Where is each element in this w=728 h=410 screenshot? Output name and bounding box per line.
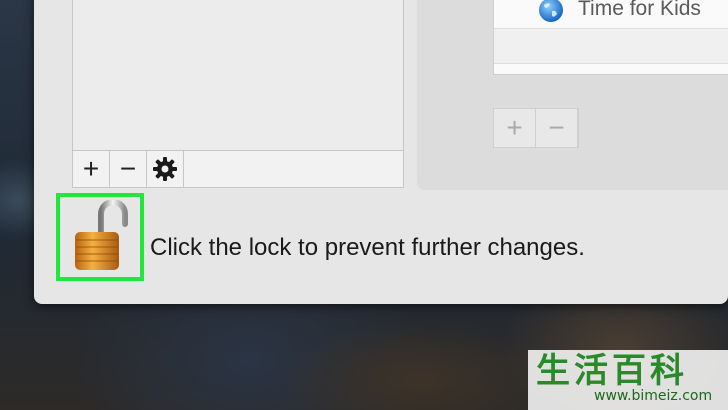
watermark: 生活百科 www.bimeiz.com — [528, 350, 728, 410]
watermark-url: www.bimeiz.com — [594, 388, 713, 404]
left-list-box[interactable] — [72, 0, 404, 151]
globe-icon — [539, 0, 563, 22]
plus-icon: + — [82, 153, 100, 184]
action-menu-button[interactable] — [147, 151, 184, 187]
add-button[interactable]: + — [73, 151, 110, 187]
right-panel: Time for Kids + − — [417, 0, 728, 190]
remove-button[interactable]: − — [110, 151, 147, 187]
preferences-window: + − Time for Kids + − Click the lock to … — [34, 0, 728, 304]
right-list-toolbar: + − — [493, 108, 579, 148]
left-list-toolbar: + − — [72, 150, 404, 188]
add-site-button[interactable]: + — [494, 109, 536, 147]
allowed-sites-list: Time for Kids — [493, 0, 728, 75]
list-item-label: Time for Kids — [578, 0, 701, 20]
minus-icon: − — [548, 112, 565, 143]
gear-icon — [153, 157, 177, 181]
lock-message[interactable]: Click the lock to prevent further change… — [150, 234, 585, 262]
plus-icon: + — [506, 112, 523, 143]
lock-highlight-box — [56, 193, 144, 281]
minus-icon: − — [119, 153, 137, 184]
watermark-logo: 生活百科 — [536, 351, 688, 391]
list-item[interactable] — [494, 29, 728, 64]
remove-site-button[interactable]: − — [536, 109, 578, 147]
list-item[interactable]: Time for Kids — [494, 0, 728, 29]
unlocked-padlock-icon[interactable] — [71, 200, 129, 274]
